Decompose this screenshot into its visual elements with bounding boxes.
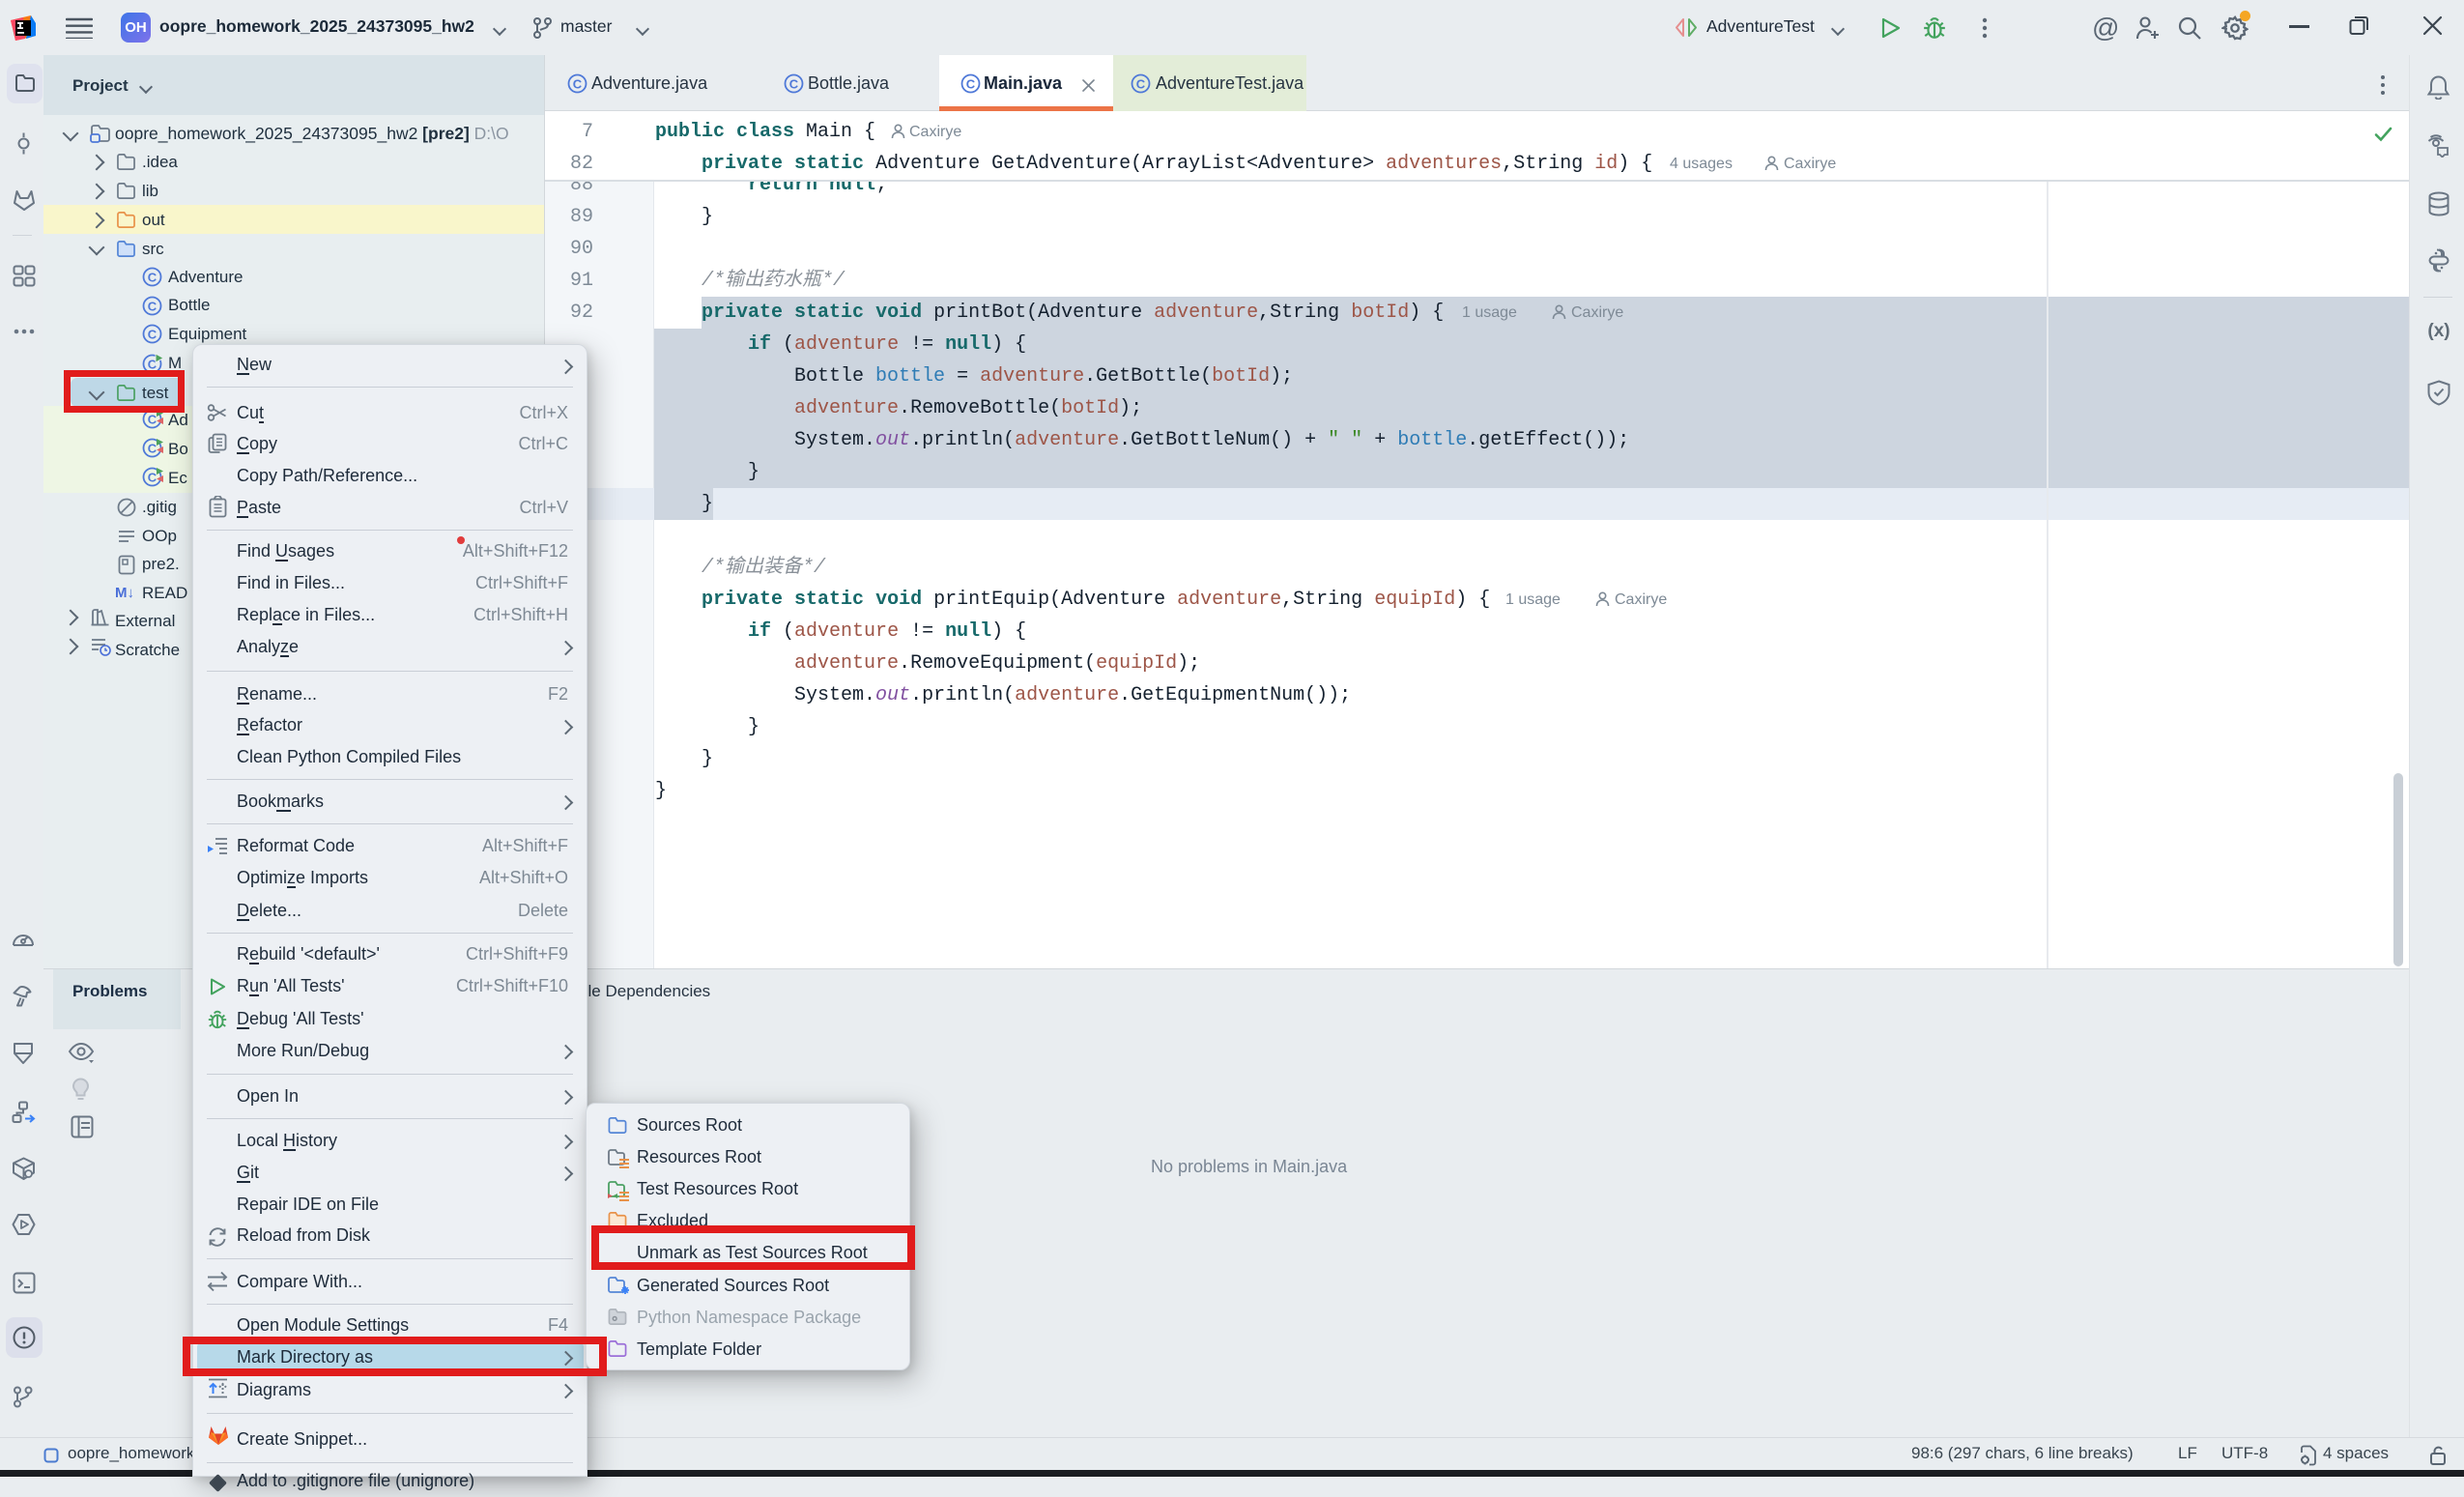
svg-text:C: C <box>148 470 158 484</box>
svg-text:C: C <box>789 76 799 91</box>
svg-text:C: C <box>148 299 158 313</box>
svg-text:C: C <box>966 76 976 91</box>
svg-text:C: C <box>573 76 583 91</box>
svg-text:C: C <box>148 327 158 341</box>
svg-text:C: C <box>1136 76 1146 91</box>
svg-text:C: C <box>148 412 158 426</box>
svg-text:C: C <box>148 441 158 455</box>
svg-text:C: C <box>148 270 158 284</box>
